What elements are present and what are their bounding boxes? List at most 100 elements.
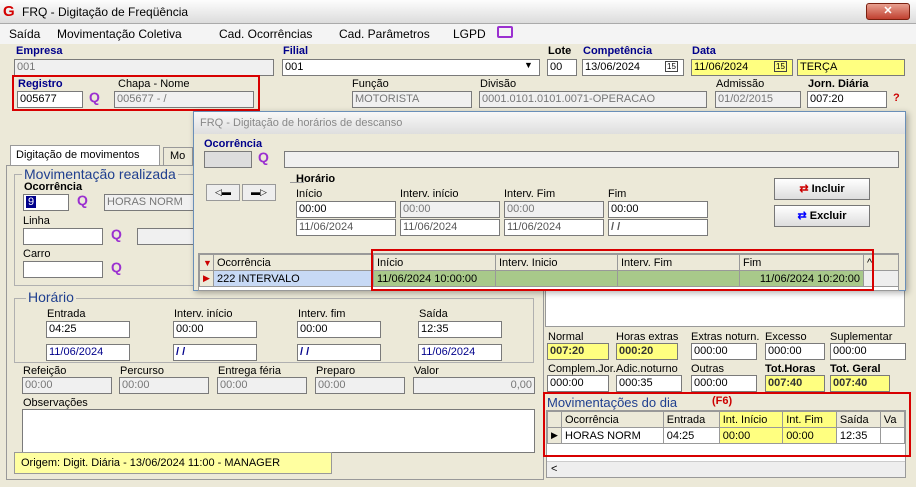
- complem-field: 000:00: [547, 375, 609, 392]
- empresa-field[interactable]: 001: [14, 59, 274, 76]
- admissao-field: 01/02/2015: [715, 91, 801, 108]
- app-logo-icon: G: [3, 3, 15, 20]
- excesso-label: Excesso: [765, 331, 807, 343]
- entrega-label: Entrega féria: [218, 365, 281, 377]
- sort-icon: ▼: [199, 254, 214, 271]
- menu-movimentacao-coletiva[interactable]: Movimentação Coletiva: [57, 27, 182, 41]
- calendar-icon[interactable]: 15: [774, 61, 787, 72]
- tab-digitacao[interactable]: Digitação de movimentos: [10, 145, 160, 165]
- filial-dropdown-icon[interactable]: ▼: [524, 60, 533, 70]
- horas-extras-label: Horas extras: [616, 331, 679, 343]
- observacoes-field[interactable]: [22, 409, 535, 453]
- search-icon[interactable]: Q: [258, 149, 269, 165]
- tot-geral-label: Tot. Geral: [830, 363, 881, 375]
- dialog-int-ini-date[interactable]: 11/06/2024: [400, 219, 500, 236]
- horas-extras-field: 000:20: [616, 343, 678, 360]
- dialog-int-ini-field[interactable]: 00:00: [400, 201, 500, 218]
- ocorrencia-label: Ocorrência: [24, 181, 83, 193]
- excluir-button[interactable]: ⇄ Excluir: [774, 205, 870, 227]
- dialog-int-fim-date[interactable]: 11/06/2024: [504, 219, 604, 236]
- filial-label: Filial: [283, 45, 309, 57]
- dialog-titlebar: FRQ - Digitação de horários de descanso: [194, 112, 905, 134]
- dialog-ocorrencia-label: Ocorrência: [204, 138, 263, 150]
- entrada-field[interactable]: 04:25: [46, 321, 130, 338]
- entrada-label: Entrada: [47, 308, 86, 320]
- menu-saida[interactable]: Saída: [9, 27, 40, 41]
- prev-icon[interactable]: ◁▬: [206, 184, 240, 201]
- dialog-inicio-field[interactable]: 00:00: [296, 201, 396, 218]
- data-label: Data: [692, 45, 716, 57]
- linha-field[interactable]: [23, 228, 103, 245]
- extras-noturn-field: 000:00: [691, 343, 757, 360]
- remove-icon: ⇄: [797, 210, 810, 222]
- next-icon[interactable]: ▬▷: [242, 184, 276, 201]
- int-fim-field[interactable]: 00:00: [297, 321, 381, 338]
- percurso-field[interactable]: 00:00: [119, 377, 209, 394]
- lote-field[interactable]: 00: [547, 59, 577, 76]
- monitor-icon[interactable]: [497, 26, 513, 38]
- dialog-fim-date[interactable]: / /: [608, 219, 708, 236]
- search-icon[interactable]: Q: [77, 192, 88, 208]
- lote-label: Lote: [548, 45, 572, 57]
- dialog-inicio-label: Início: [296, 188, 323, 200]
- dialog-inicio-date[interactable]: 11/06/2024: [296, 219, 396, 236]
- linha-desc-field: [137, 228, 194, 245]
- tab-movimentos[interactable]: Mo: [163, 147, 193, 165]
- divisao-field: 0001.0101.0101.0071-OPERACAO: [479, 91, 707, 108]
- dcell-ocorrencia[interactable]: 222 INTERVALO: [213, 270, 374, 287]
- dialog-horarios-descanso: FRQ - Digitação de horários de descanso …: [193, 111, 906, 291]
- normal-field: 007:20: [547, 343, 609, 360]
- horario-title: Horário: [26, 289, 76, 305]
- title-bar: G FRQ - Digitação de Freqüência ✕: [0, 0, 916, 24]
- adic-noturno-label: Adic.noturno: [616, 363, 678, 375]
- tot-horas-label: Tot.Horas: [765, 363, 816, 375]
- dialog-fim-field[interactable]: 00:00: [608, 201, 708, 218]
- highlight-box: [371, 249, 874, 291]
- close-button[interactable]: ✕: [866, 3, 910, 20]
- int-ini-field[interactable]: 00:00: [173, 321, 257, 338]
- tot-horas-field: 007:40: [765, 375, 825, 392]
- refeicao-label: Refeição: [23, 365, 67, 377]
- dialog-ocorrencia-field[interactable]: [204, 151, 252, 168]
- dialog-int-ini-label: Interv. início: [400, 188, 459, 200]
- incluir-button[interactable]: ⇄ Incluir: [774, 178, 870, 200]
- extras-noturn-label: Extras noturn.: [691, 331, 760, 343]
- dcol-ocorrencia[interactable]: Ocorrência: [213, 254, 374, 271]
- entrega-field[interactable]: 00:00: [217, 377, 307, 394]
- weekday-field: TERÇA: [797, 59, 905, 76]
- competencia-label: Competência: [583, 45, 653, 57]
- dialog-ocorrencia-desc: [284, 151, 899, 168]
- refeicao-field[interactable]: 00:00: [22, 377, 112, 394]
- menu-cad-ocorrencias[interactable]: Cad. Ocorrências: [219, 27, 312, 41]
- carro-field[interactable]: [23, 261, 103, 278]
- saida-date-field[interactable]: 11/06/2024: [418, 344, 502, 361]
- linha-label: Linha: [23, 215, 50, 227]
- divisao-label: Divisão: [480, 78, 517, 90]
- scroll-left-icon[interactable]: <: [551, 463, 557, 475]
- preparo-field[interactable]: 00:00: [315, 377, 405, 394]
- int-fim-label: Interv. fim: [298, 308, 346, 320]
- filial-field[interactable]: 001: [282, 59, 540, 76]
- int-fim-date-field[interactable]: / /: [297, 344, 381, 361]
- jornada-field[interactable]: 007:20: [807, 91, 887, 108]
- search-icon[interactable]: Q: [111, 226, 122, 242]
- saida-field[interactable]: 12:35: [418, 321, 502, 338]
- outras-label: Outras: [691, 363, 725, 375]
- horizontal-scrollbar[interactable]: <: [547, 461, 905, 477]
- help-icon[interactable]: ?: [893, 92, 900, 104]
- carro-label: Carro: [23, 248, 51, 260]
- entrada-date-field[interactable]: 11/06/2024: [46, 344, 130, 361]
- calendar-icon[interactable]: 15: [665, 61, 678, 72]
- valor-field[interactable]: 0,00: [413, 377, 535, 394]
- search-icon[interactable]: Q: [111, 259, 122, 275]
- menu-bar: Saída Movimentação Coletiva Cad. Ocorrên…: [0, 24, 916, 44]
- menu-cad-parametros[interactable]: Cad. Parâmetros: [339, 27, 430, 41]
- row-pointer-icon: ▶: [199, 270, 214, 287]
- menu-lgpd[interactable]: LGPD: [453, 27, 486, 41]
- dialog-horario-title: Horário: [296, 173, 336, 185]
- dialog-int-fim-field[interactable]: 00:00: [504, 201, 604, 218]
- dialog-fim-label: Fim: [608, 188, 627, 200]
- int-ini-date-field[interactable]: / /: [173, 344, 257, 361]
- highlight-box: [543, 392, 911, 457]
- ocorrencia-code-field[interactable]: 9: [23, 194, 69, 211]
